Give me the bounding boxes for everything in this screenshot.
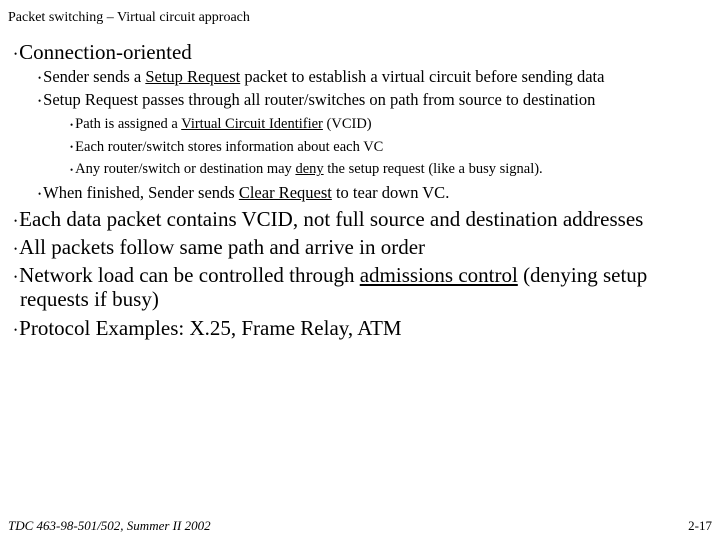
text: Each data packet contains VCID, not full… — [19, 207, 643, 231]
footer-left: TDC 463-98-501/502, Summer II 2002 — [8, 518, 211, 534]
text: packet to establish a virtual circuit be… — [240, 67, 604, 86]
text: Network load can be controlled through — [19, 263, 360, 287]
bullet-vcid: •Path is assigned a Virtual Circuit Iden… — [70, 116, 712, 133]
text: to tear down VC. — [332, 183, 449, 202]
text: All packets follow same path and arrive … — [19, 235, 425, 259]
text: Protocol Examples: X.25, Frame Relay, AT… — [19, 316, 401, 340]
text: Any router/switch or destination may — [75, 161, 295, 177]
bullet-deny: •Any router/switch or destination may de… — [70, 161, 712, 178]
bullet-admissions-control: •Network load can be controlled through … — [14, 263, 712, 311]
text: (VCID) — [323, 116, 372, 132]
underline-clear-request: Clear Request — [239, 183, 332, 202]
bullet-clear-request: •When finished, Sender sends Clear Reque… — [38, 184, 712, 203]
slide: Packet switching – Virtual circuit appro… — [0, 0, 720, 540]
text: Each router/switch stores information ab… — [75, 139, 383, 155]
bullet-passes-through: •Setup Request passes through all router… — [38, 91, 712, 110]
underline-deny: deny — [295, 161, 323, 177]
text: the setup request (like a busy signal). — [324, 161, 543, 177]
text: Setup Request passes through all router/… — [43, 90, 595, 109]
bullet-connection-oriented: •Connection-oriented — [14, 40, 712, 64]
text: Sender sends a — [43, 67, 145, 86]
page-number: 2-17 — [688, 518, 712, 534]
bullet-each-packet: •Each data packet contains VCID, not ful… — [14, 207, 712, 231]
slide-title: Packet switching – Virtual circuit appro… — [8, 10, 712, 26]
underline-admissions-control: admissions control — [360, 263, 518, 287]
bullet-protocol-examples: •Protocol Examples: X.25, Frame Relay, A… — [14, 316, 712, 340]
text: Path is assigned a — [75, 116, 181, 132]
text: When finished, Sender sends — [43, 183, 239, 202]
bullet-router-stores: •Each router/switch stores information a… — [70, 139, 712, 156]
footer: TDC 463-98-501/502, Summer II 2002 2-17 — [8, 518, 712, 534]
underline-vcid: Virtual Circuit Identifier — [181, 116, 323, 132]
bullet-setup-request: •Sender sends a Setup Request packet to … — [38, 68, 712, 87]
text: Connection-oriented — [19, 40, 192, 64]
underline-setup-request: Setup Request — [145, 67, 240, 86]
bullet-same-path: •All packets follow same path and arrive… — [14, 235, 712, 259]
